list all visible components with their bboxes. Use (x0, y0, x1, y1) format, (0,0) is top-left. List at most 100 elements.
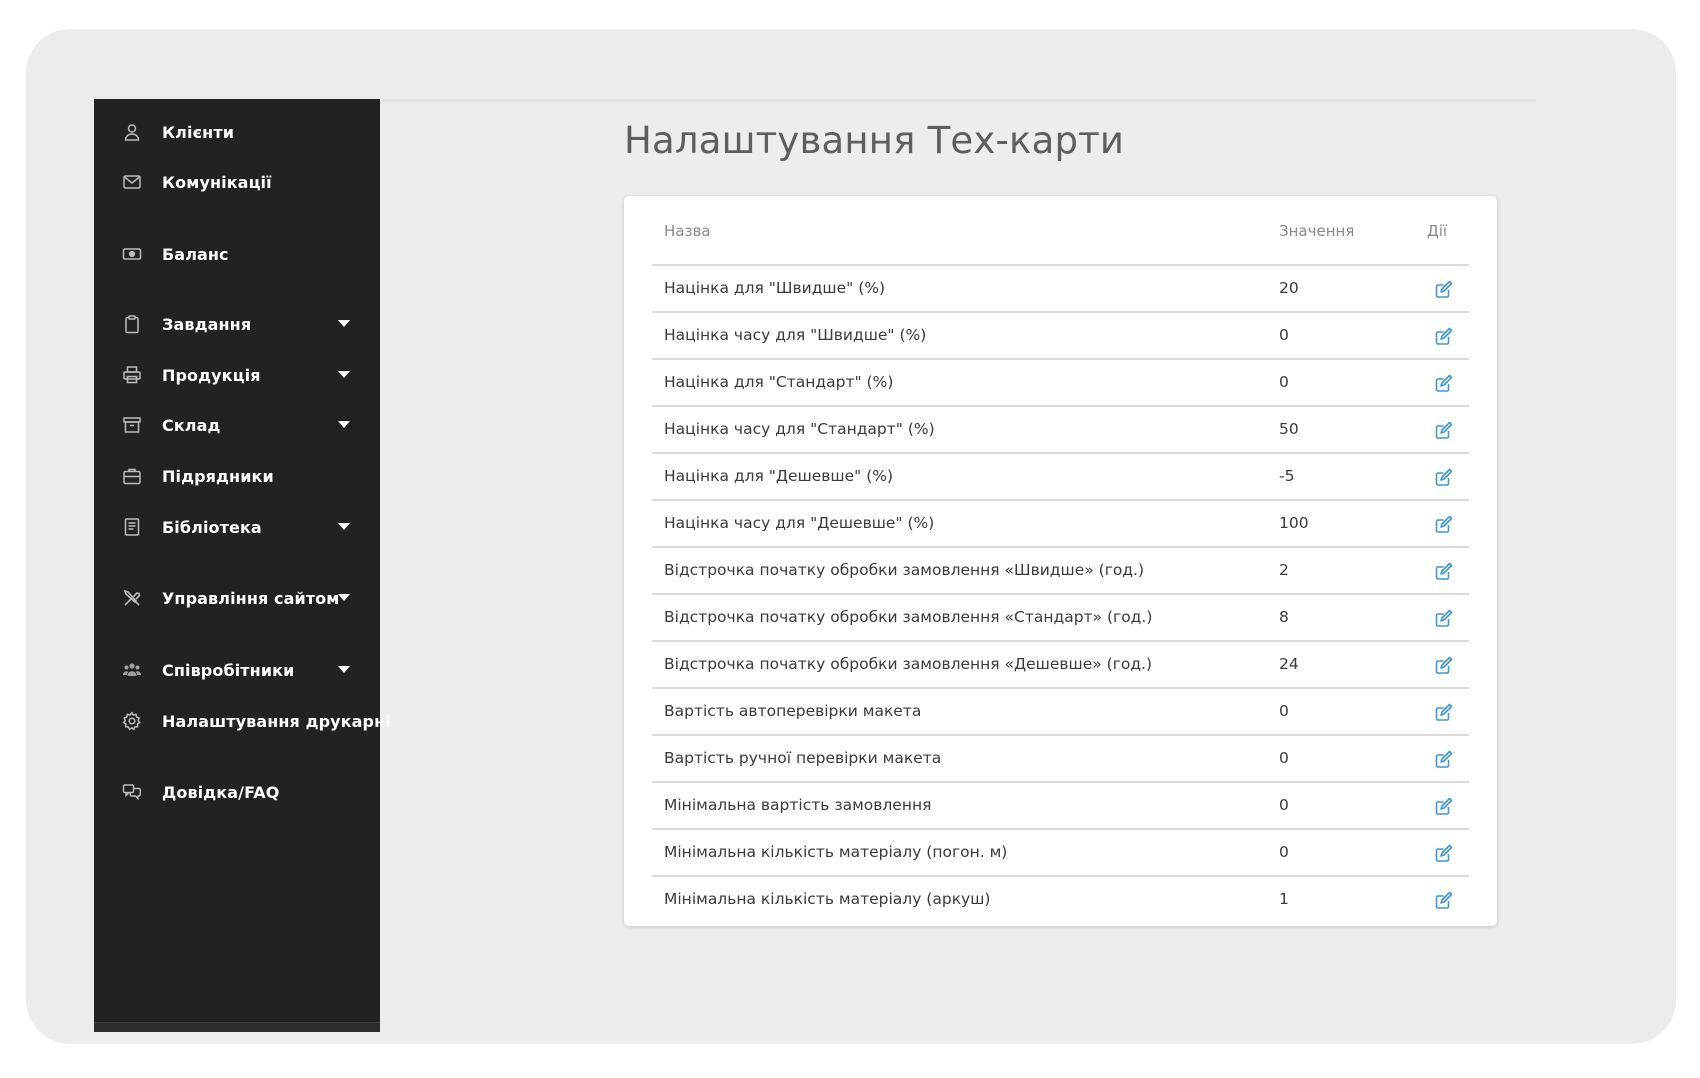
sidebar-item-2[interactable]: Комунікації (94, 162, 380, 202)
setting-name: Відстрочка початку обробки замовлення «С… (664, 608, 1153, 626)
setting-name: Націнка часу для "Швидше" (%) (664, 326, 927, 344)
table-row: Націнка для "Дешевше" (%) -5 (652, 454, 1469, 501)
users-icon (122, 660, 142, 680)
top-divider (382, 99, 1536, 102)
caret-down-icon[interactable] (338, 320, 350, 327)
tools-icon (122, 588, 142, 608)
sidebar-item-label: Склад (162, 416, 221, 435)
setting-name: Вартість автоперевірки макета (664, 702, 922, 720)
sidebar-item-label: Продукція (162, 366, 261, 385)
setting-name: Мінімальна кількість матеріалу (погон. м… (664, 843, 1008, 861)
envelope-icon (122, 172, 142, 192)
edit-icon[interactable] (1434, 420, 1454, 440)
edit-icon[interactable] (1434, 843, 1454, 863)
column-header-name: Назва (664, 222, 711, 240)
table-row: Мінімальна кількість матеріалу (аркуш) 1 (652, 877, 1469, 924)
sidebar-item-label: Співробітники (162, 661, 295, 680)
setting-value: 0 (1279, 843, 1289, 861)
setting-name: Відстрочка початку обробки замовлення «Д… (664, 655, 1153, 673)
table-row: Відстрочка початку обробки замовлення «С… (652, 595, 1469, 642)
sidebar-item-label: Бібліотека (162, 518, 262, 537)
edit-icon[interactable] (1434, 655, 1454, 675)
setting-name: Націнка часу для "Стандарт" (%) (664, 420, 935, 438)
setting-name: Мінімальна кількість матеріалу (аркуш) (664, 890, 991, 908)
setting-value: 8 (1279, 608, 1289, 626)
table-row: Націнка часу для "Швидше" (%) 0 (652, 313, 1469, 360)
setting-value: 20 (1279, 279, 1299, 297)
edit-icon[interactable] (1434, 279, 1454, 299)
setting-value: 24 (1279, 655, 1299, 673)
setting-value: -5 (1279, 467, 1295, 485)
sidebar-item-label: Налаштування друкарні (162, 712, 391, 731)
setting-name: Відстрочка початку обробки замовлення «Ш… (664, 561, 1145, 579)
table-row: Мінімальна кількість матеріалу (погон. м… (652, 830, 1469, 877)
setting-name: Мінімальна вартість замовлення (664, 796, 932, 814)
table-row: Відстрочка початку обробки замовлення «Ш… (652, 548, 1469, 595)
sidebar-item-12[interactable]: Довідка/FAQ (94, 772, 380, 812)
caret-down-icon[interactable] (338, 666, 350, 673)
table-row: Вартість автоперевірки макета 0 (652, 689, 1469, 736)
caret-down-icon[interactable] (338, 371, 350, 378)
table-row: Мінімальна вартість замовлення 0 (652, 783, 1469, 830)
caret-down-icon[interactable] (338, 594, 350, 601)
sidebar-item-8[interactable]: Бібліотека (94, 507, 380, 547)
edit-icon[interactable] (1434, 373, 1454, 393)
clipboard-icon (122, 314, 142, 334)
setting-name: Націнка для "Швидше" (%) (664, 279, 886, 297)
sidebar-item-7[interactable]: Підрядники (94, 456, 380, 496)
sidebar-item-label: Управління сайтом (162, 589, 340, 608)
setting-value: 100 (1279, 514, 1309, 532)
table-row: Націнка часу для "Дешевше" (%) 100 (652, 501, 1469, 548)
setting-name: Націнка для "Стандарт" (%) (664, 373, 894, 391)
table-row: Націнка часу для "Стандарт" (%) 50 (652, 407, 1469, 454)
sidebar-footer-bar (94, 1022, 380, 1032)
edit-icon[interactable] (1434, 608, 1454, 628)
user-icon (122, 122, 142, 142)
setting-name: Націнка часу для "Дешевше" (%) (664, 514, 935, 532)
briefcase-icon (122, 466, 142, 486)
caret-down-icon[interactable] (338, 523, 350, 530)
sidebar-item-9[interactable]: Управління сайтом (94, 578, 380, 618)
sidebar-item-label: Підрядники (162, 467, 274, 486)
money-icon (122, 244, 142, 264)
sidebar-item-11[interactable]: Налаштування друкарні (94, 701, 391, 741)
sidebar-item-label: Баланс (162, 245, 229, 264)
sidebar: Клієнти Комунікації Баланс Завдання Продукці… (94, 99, 391, 1032)
column-header-value: Значення (1279, 222, 1355, 240)
edit-icon[interactable] (1434, 890, 1454, 910)
edit-icon[interactable] (1434, 514, 1454, 534)
setting-name: Вартість ручної перевірки макета (664, 749, 942, 767)
settings-table-card: Назва Значення Дії Націнка для "Швидше" … (624, 196, 1497, 926)
chat-icon (122, 782, 142, 802)
table-row: Відстрочка початку обробки замовлення «Д… (652, 642, 1469, 689)
sidebar-item-1[interactable]: Клієнти (94, 112, 380, 152)
page-title: Налаштування Тех-карти (624, 119, 1125, 162)
sidebar-item-label: Клієнти (162, 123, 235, 142)
book-icon (122, 517, 142, 537)
edit-icon[interactable] (1434, 467, 1454, 487)
sidebar-item-4[interactable]: Завдання (94, 304, 380, 344)
edit-icon[interactable] (1434, 749, 1454, 769)
edit-icon[interactable] (1434, 796, 1454, 816)
edit-icon[interactable] (1434, 326, 1454, 346)
table-header: Назва Значення Дії (652, 196, 1469, 266)
sidebar-item-6[interactable]: Склад (94, 405, 380, 445)
app-window: Клієнти Комунікації Баланс Завдання Продукці… (94, 99, 1536, 1032)
table-row: Націнка для "Швидше" (%) 20 (652, 266, 1469, 313)
table-row: Націнка для "Стандарт" (%) 0 (652, 360, 1469, 407)
table-body: Націнка для "Швидше" (%) 20 Націнка часу д… (652, 266, 1469, 924)
edit-icon[interactable] (1434, 702, 1454, 722)
sidebar-item-10[interactable]: Співробітники (94, 650, 380, 690)
edit-icon[interactable] (1434, 561, 1454, 581)
sidebar-item-label: Завдання (162, 315, 252, 334)
sidebar-item-3[interactable]: Баланс (94, 234, 380, 274)
setting-value: 0 (1279, 326, 1289, 344)
gear-icon (122, 711, 142, 731)
caret-down-icon[interactable] (338, 421, 350, 428)
sidebar-item-5[interactable]: Продукція (94, 355, 380, 395)
setting-value: 1 (1279, 890, 1289, 908)
setting-value: 50 (1279, 420, 1299, 438)
table-row: Вартість ручної перевірки макета 0 (652, 736, 1469, 783)
sidebar-item-label: Довідка/FAQ (162, 783, 280, 802)
printer-icon (122, 365, 142, 385)
